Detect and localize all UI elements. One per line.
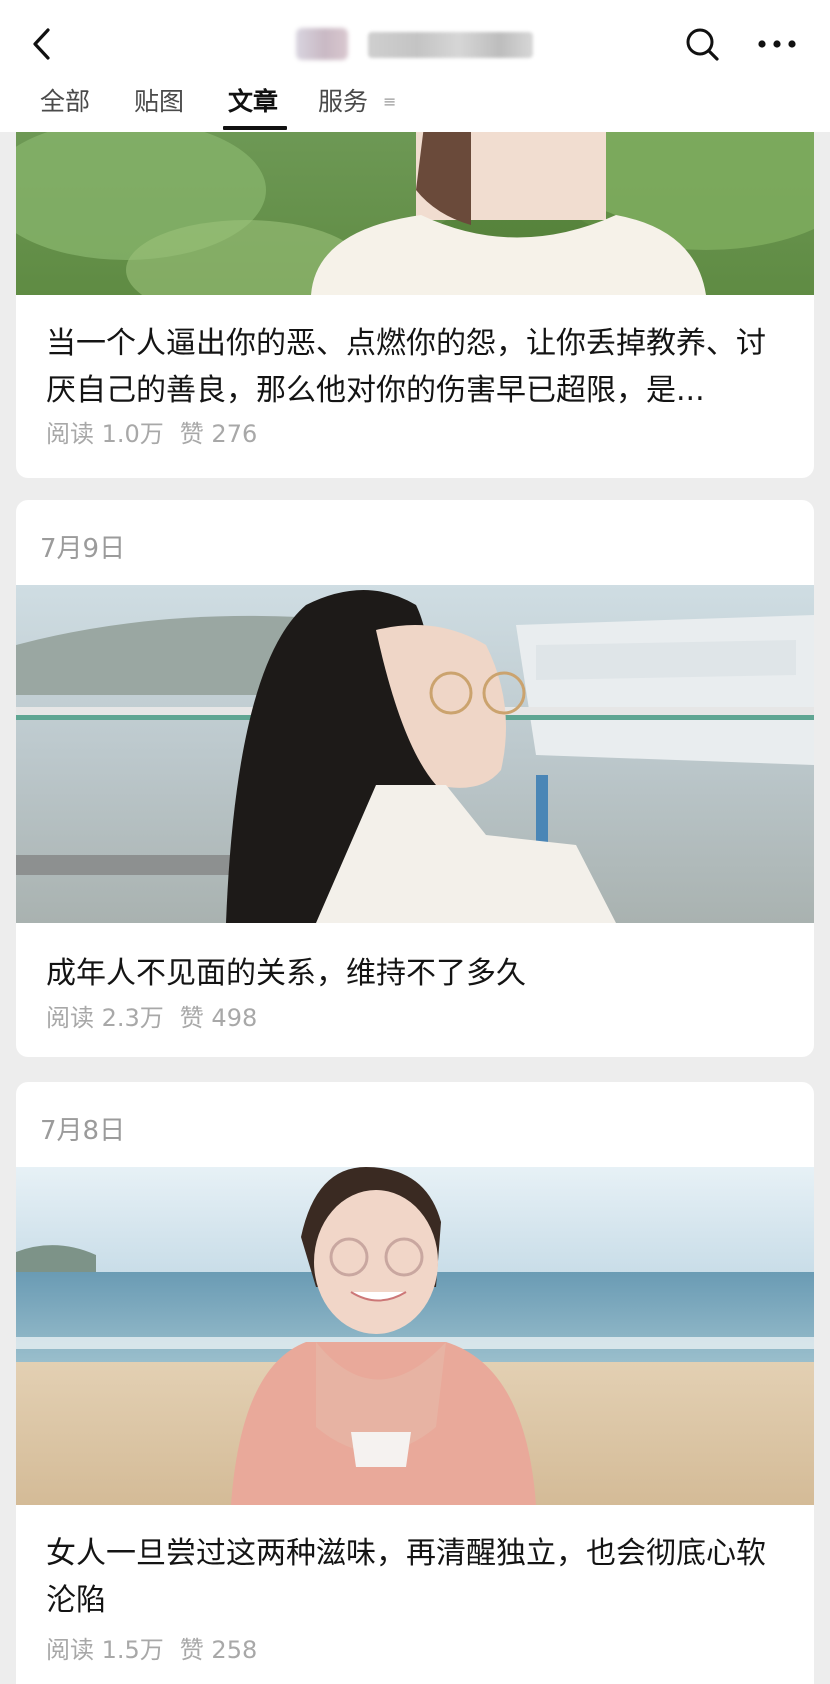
tab-images[interactable]: 贴图 [134, 84, 184, 132]
article-card[interactable]: 7月8日 女人一旦尝过这两种滋味，再清醒独立，也会彻底心软沦陷 阅读 1.5万 … [16, 1082, 814, 1684]
tab-services[interactable]: 服务 [318, 84, 368, 132]
read-count: 阅读 1.5万 [46, 1636, 164, 1664]
article-cover-image [16, 585, 814, 923]
more-dots-icon [758, 40, 796, 48]
article-cover-image [16, 1167, 814, 1505]
search-button[interactable] [680, 22, 726, 68]
search-icon [686, 28, 719, 61]
article-stats: 阅读 1.0万赞 276 [46, 414, 257, 449]
like-count: 赞 258 [179, 1636, 258, 1664]
article-date: 7月8日 [40, 1116, 126, 1146]
like-count: 赞 498 [179, 1004, 258, 1032]
back-button[interactable] [22, 20, 66, 70]
tab-articles[interactable]: 文章 [228, 84, 278, 132]
more-button[interactable] [752, 22, 802, 68]
tab-bar: 全部 贴图 文章 服务 [0, 84, 830, 132]
article-title[interactable]: 当一个人逼出你的恶、点燃你的怨，让你丢掉教养、讨厌自己的善良，那么他对你的伤害早… [46, 320, 791, 414]
nav-row [0, 0, 830, 90]
article-stats: 阅读 2.3万赞 498 [46, 998, 257, 1033]
chevron-left-icon [33, 28, 50, 60]
article-title[interactable]: 女人一旦尝过这两种滋味，再清醒独立，也会彻底心软沦陷 [46, 1530, 791, 1624]
article-title[interactable]: 成年人不见面的关系，维持不了多久 [46, 950, 791, 997]
article-stats: 阅读 1.5万赞 258 [46, 1630, 257, 1665]
account-name-blurred [296, 20, 541, 68]
article-cover-image [16, 110, 814, 295]
read-count: 阅读 2.3万 [46, 1004, 164, 1032]
like-count: 赞 276 [179, 420, 258, 448]
read-count: 阅读 1.0万 [46, 420, 164, 448]
article-date: 7月9日 [40, 534, 126, 564]
article-card[interactable]: 当一个人逼出你的恶、点燃你的怨，让你丢掉教养、讨厌自己的善良，那么他对你的伤害早… [16, 110, 814, 478]
top-bar: 全部 贴图 文章 服务 ≡ [0, 0, 830, 132]
tab-all[interactable]: 全部 [40, 84, 90, 132]
menu-lines-icon[interactable]: ≡ [383, 92, 396, 111]
article-card[interactable]: 7月9日 成年人不见面的关系，维持不了多久 阅读 2.3万赞 498 [16, 500, 814, 1057]
active-tab-indicator [223, 126, 287, 130]
